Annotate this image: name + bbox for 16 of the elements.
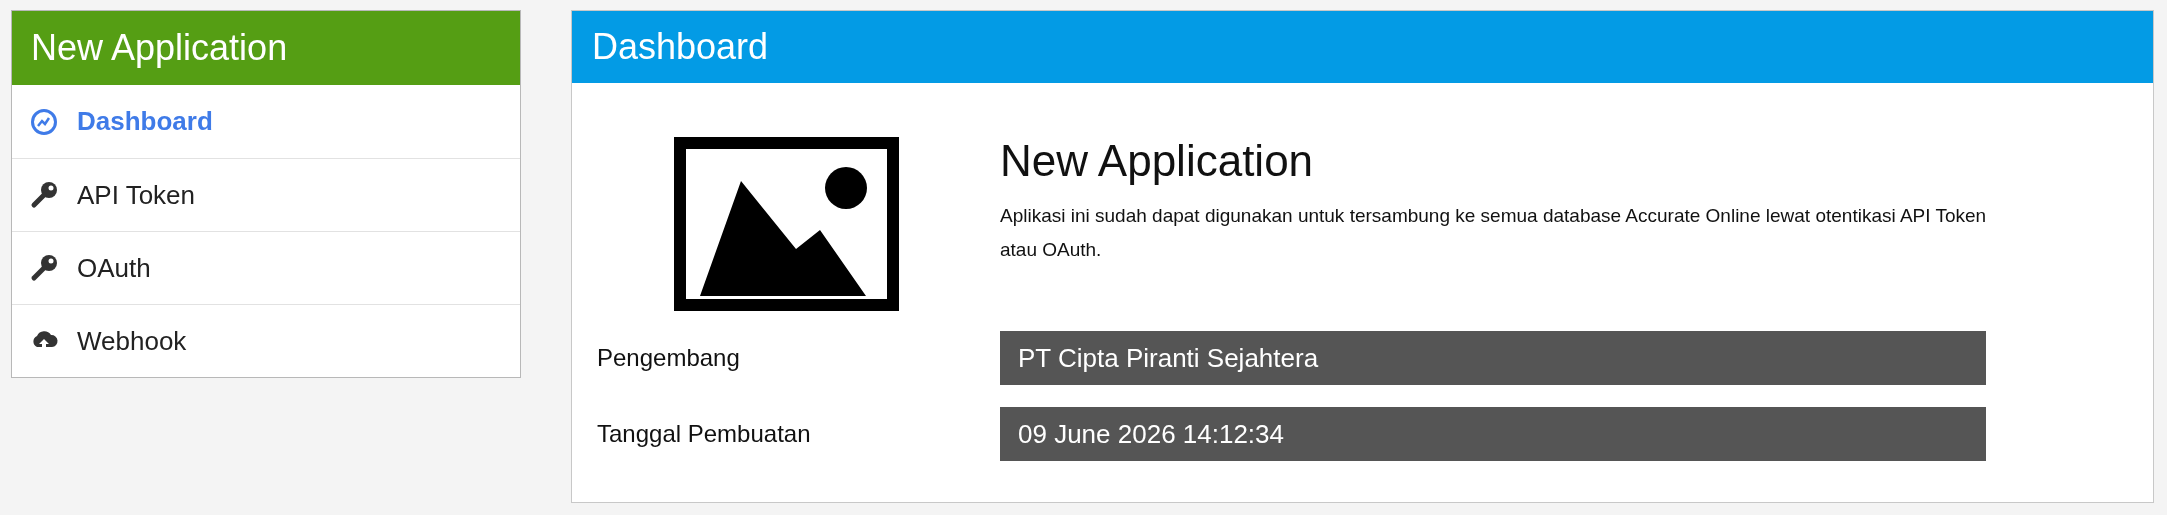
sidebar-item[interactable]: OAuth <box>12 231 520 304</box>
app-name: New Application <box>1000 135 1315 187</box>
key-icon <box>30 181 58 209</box>
panel-title: Dashboard <box>592 25 769 69</box>
app-description: Aplikasi ini sudah dapat digunakan untuk tersambung ke semua database Accurate Online lewat otentikasi API Token atau OAuth. <box>1000 204 1988 262</box>
sidebar-item[interactable]: Webhook <box>12 304 520 377</box>
key-icon <box>30 254 58 282</box>
sidebar-item[interactable]: Dashboard <box>12 85 520 158</box>
sidebar-item[interactable]: API Token <box>12 158 520 231</box>
picture-placeholder-icon <box>673 137 899 311</box>
field-value: 09 June 2026 14:12:34 <box>1000 407 1986 461</box>
field-value: PT Cipta Piranti Sejahtera <box>1000 331 1986 385</box>
field-label: Tanggal Pembuatan <box>596 419 812 449</box>
field-label: Pengembang <box>596 343 741 373</box>
sidebar-title: New Application <box>31 26 288 70</box>
dashboard-icon <box>30 107 58 136</box>
